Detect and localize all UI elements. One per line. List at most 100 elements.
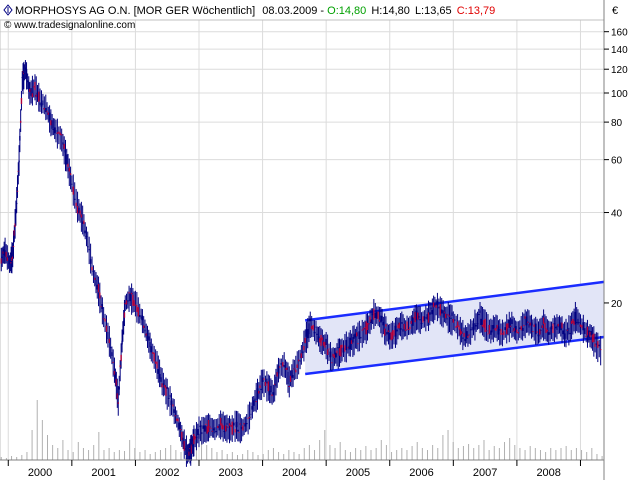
x-year-label: 2002: [155, 467, 179, 479]
candle-body: [558, 325, 561, 328]
candle-body: [271, 394, 273, 397]
candle-body: [238, 431, 240, 433]
candle-body: [31, 93, 34, 98]
candle-body: [521, 327, 524, 331]
candle-body: [293, 368, 296, 370]
candle-body: [127, 300, 129, 302]
candle-body: [377, 311, 379, 320]
candle-body: [154, 361, 157, 364]
candle-body: [593, 333, 595, 343]
candle-body: [355, 332, 358, 337]
candle-body: [438, 306, 440, 309]
candle-body: [179, 429, 182, 431]
candle-body: [74, 198, 76, 200]
candle-body: [590, 330, 592, 336]
candle-body: [472, 323, 475, 331]
candle-body: [176, 418, 178, 421]
candle-body: [212, 428, 215, 431]
candle-body: [546, 329, 549, 332]
x-year-label: 2005: [346, 467, 370, 479]
candle-body: [19, 120, 22, 123]
candle-body: [513, 327, 516, 331]
candle-body: [539, 329, 541, 335]
candle-body: [415, 310, 418, 321]
candle-body: [439, 303, 441, 316]
candle-body: [326, 349, 329, 355]
candle-body: [252, 400, 255, 406]
candle-body: [481, 324, 484, 327]
candle-body: [556, 325, 558, 330]
candle-body: [55, 130, 57, 132]
candle-body: [38, 91, 40, 102]
candle-body: [452, 318, 455, 323]
candle-body: [460, 331, 463, 334]
candle-body: [450, 317, 452, 319]
candle-body: [458, 325, 460, 330]
candle-body: [181, 431, 183, 441]
candle-body: [385, 324, 387, 327]
candle-body: [530, 322, 533, 326]
candle-body: [132, 294, 134, 306]
candle-body: [350, 340, 353, 344]
candle-body: [284, 368, 287, 370]
candle-body: [85, 235, 88, 237]
candle-body: [240, 427, 243, 429]
candle-body: [598, 344, 600, 347]
candle-body: [337, 347, 339, 349]
candle-body: [101, 304, 104, 309]
candle-body: [140, 316, 142, 319]
candle-body: [305, 329, 308, 337]
x-year-label: 2000: [28, 467, 52, 479]
candle-body: [218, 424, 220, 431]
y-tick-label: 80: [611, 118, 623, 129]
price-chart: 160 140 120 100 80 60 40 20 2000 2001 2002 2003 2004…: [0, 0, 640, 480]
candle-body: [206, 426, 208, 434]
candle-body: [84, 230, 86, 234]
candle-body: [19, 135, 21, 141]
candle-body: [566, 329, 569, 331]
candle-body: [64, 149, 67, 153]
candle-body: [371, 313, 374, 316]
candle-body: [48, 112, 51, 121]
candle-body: [202, 425, 204, 429]
candle-body: [272, 392, 275, 396]
y-tick-label: 60: [611, 156, 623, 167]
candle-body: [94, 277, 96, 280]
candle-body: [471, 327, 473, 331]
candle-body: [123, 312, 126, 318]
candle-body: [95, 279, 97, 286]
candle-body: [329, 351, 332, 358]
candle-body: [434, 304, 436, 306]
y-tick-label: 20: [611, 299, 623, 310]
candle-body: [358, 331, 361, 340]
candle-body: [137, 307, 139, 317]
candle-body: [245, 423, 248, 425]
candle-body: [273, 383, 276, 385]
candle-body: [547, 332, 550, 335]
candle-body: [459, 328, 462, 336]
candle-body: [579, 324, 582, 327]
candle-body: [60, 134, 63, 136]
candle-body: [130, 292, 133, 295]
candle-body: [454, 319, 456, 321]
candle-body: [332, 353, 334, 357]
candle-body: [544, 322, 546, 329]
candle-body: [441, 309, 443, 314]
candle-body: [532, 331, 534, 333]
candle-body: [102, 318, 105, 320]
y-tick-label: 40: [611, 209, 623, 220]
candle-body: [256, 388, 259, 400]
high-value: H:14,80: [371, 5, 410, 17]
candle-body: [260, 388, 263, 390]
candle-body: [50, 120, 52, 126]
candle-body: [243, 423, 245, 425]
candle-body: [361, 329, 363, 331]
candle-body: [258, 390, 260, 394]
candle-body: [185, 457, 188, 459]
candle-body: [422, 316, 424, 323]
candle-body: [160, 377, 162, 382]
candle-body: [495, 328, 497, 331]
candle-body: [97, 284, 100, 293]
candle-body: [463, 332, 465, 337]
candle-body: [146, 332, 149, 339]
